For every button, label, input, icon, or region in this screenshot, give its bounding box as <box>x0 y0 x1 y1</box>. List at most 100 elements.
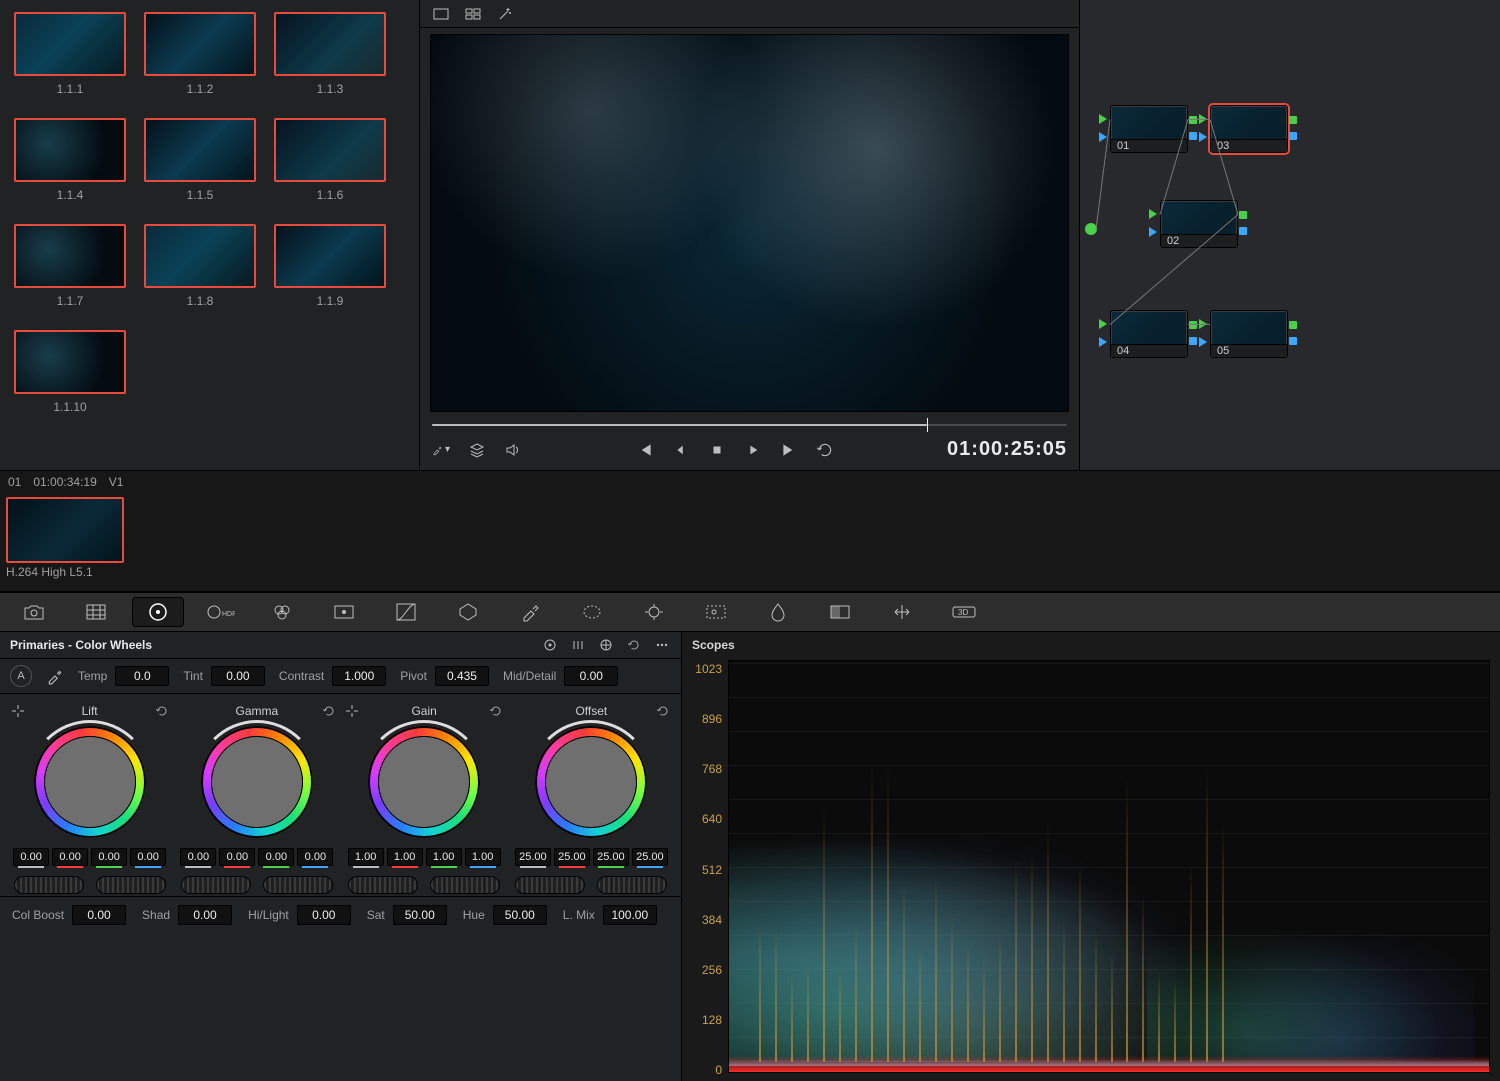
clip-thumb[interactable] <box>144 118 256 182</box>
magic-wand-icon[interactable] <box>496 5 514 23</box>
wheel-reset-icon[interactable] <box>487 702 505 720</box>
wheel-b[interactable]: 0.00 <box>297 848 333 866</box>
wheel-r[interactable]: 0.00 <box>219 848 255 866</box>
palette-curves[interactable] <box>380 597 432 627</box>
scope-plot[interactable] <box>728 660 1490 1073</box>
wheel-reset-icon[interactable] <box>654 702 672 720</box>
wheel-reset-icon[interactable] <box>320 702 338 720</box>
palette-camera-raw[interactable] <box>8 597 60 627</box>
wheel-y[interactable]: 0.00 <box>180 848 216 866</box>
wheel-g[interactable]: 0.00 <box>91 848 127 866</box>
wheel-y[interactable]: 25.00 <box>515 848 551 866</box>
jog-wheel[interactable] <box>430 876 500 894</box>
scrub-bar[interactable] <box>432 418 1067 432</box>
mode-log-icon[interactable] <box>597 636 615 654</box>
wheel-g[interactable]: 1.00 <box>426 848 462 866</box>
wheel-g[interactable]: 0.00 <box>258 848 294 866</box>
wheel-b[interactable]: 0.00 <box>130 848 166 866</box>
color-wheel[interactable] <box>201 726 313 838</box>
viewer-frame[interactable] <box>430 34 1069 412</box>
wheel-reset-icon[interactable] <box>153 702 171 720</box>
primaries-menu-icon[interactable] <box>653 636 671 654</box>
loop-icon[interactable] <box>816 441 834 459</box>
hue-field[interactable]: 50.00 <box>493 905 547 925</box>
view-grid-icon[interactable] <box>464 5 482 23</box>
jog-wheel[interactable] <box>348 876 418 894</box>
node-03[interactable]: 03 <box>1210 105 1288 153</box>
selected-clip-thumb[interactable] <box>6 497 124 563</box>
wheel-y[interactable]: 0.00 <box>13 848 49 866</box>
tint-field[interactable]: 0.00 <box>211 666 265 686</box>
layers-icon[interactable] <box>468 441 486 459</box>
clip-thumb[interactable] <box>274 12 386 76</box>
palette-motion[interactable] <box>318 597 370 627</box>
palette-tracker[interactable] <box>628 597 680 627</box>
auto-balance-icon[interactable]: A <box>10 665 32 687</box>
go-end-icon[interactable] <box>780 441 798 459</box>
sat-label: Sat <box>367 908 385 922</box>
node-01[interactable]: 01 <box>1110 105 1188 153</box>
mode-bars-icon[interactable] <box>569 636 587 654</box>
pick-white-icon[interactable] <box>46 667 64 685</box>
palette-color-match[interactable] <box>70 597 122 627</box>
palette-key[interactable] <box>814 597 866 627</box>
clip-thumb[interactable] <box>144 12 256 76</box>
wheel-r[interactable]: 25.00 <box>554 848 590 866</box>
node-04[interactable]: 04 <box>1110 310 1188 358</box>
clip-thumb[interactable] <box>14 118 126 182</box>
wheel-b[interactable]: 1.00 <box>465 848 501 866</box>
shad-field[interactable]: 0.00 <box>178 905 232 925</box>
wheel-r[interactable]: 0.00 <box>52 848 88 866</box>
go-start-icon[interactable] <box>636 441 654 459</box>
mode-wheels-icon[interactable] <box>541 636 559 654</box>
mid-field[interactable]: 0.00 <box>564 666 618 686</box>
jog-wheel[interactable] <box>263 876 333 894</box>
color-wheel[interactable] <box>368 726 480 838</box>
wheel-b[interactable]: 25.00 <box>632 848 668 866</box>
palette-magic-mask[interactable] <box>690 597 742 627</box>
jog-wheel[interactable] <box>515 876 585 894</box>
jog-wheel[interactable] <box>181 876 251 894</box>
temp-field[interactable]: 0.0 <box>115 666 169 686</box>
play-icon[interactable] <box>744 441 762 459</box>
clip-thumb[interactable] <box>14 224 126 288</box>
palette-warper[interactable] <box>442 597 494 627</box>
jog-wheel[interactable] <box>96 876 166 894</box>
eyedropper-icon[interactable]: ▾ <box>432 441 450 459</box>
clip-thumb[interactable] <box>274 118 386 182</box>
wheel-g[interactable]: 25.00 <box>593 848 629 866</box>
step-back-icon[interactable] <box>672 441 690 459</box>
clip-thumb[interactable] <box>144 224 256 288</box>
palette-3d[interactable]: 3D <box>938 597 990 627</box>
node-05[interactable]: 05 <box>1210 310 1288 358</box>
palette-hdr[interactable]: HDR <box>194 597 246 627</box>
hilight-field[interactable]: 0.00 <box>297 905 351 925</box>
palette-color-wheels[interactable] <box>132 597 184 627</box>
palette-rgb-mixer[interactable] <box>256 597 308 627</box>
wheel-r[interactable]: 1.00 <box>387 848 423 866</box>
view-single-icon[interactable] <box>432 5 450 23</box>
palette-window[interactable] <box>566 597 618 627</box>
colboost-field[interactable]: 0.00 <box>72 905 126 925</box>
color-wheel[interactable] <box>34 726 146 838</box>
primaries-reset-icon[interactable] <box>625 636 643 654</box>
wheel-picker-icon[interactable] <box>9 702 27 720</box>
jog-wheel[interactable] <box>597 876 667 894</box>
palette-qualifier[interactable] <box>504 597 556 627</box>
palette-sizing[interactable] <box>876 597 928 627</box>
stop-icon[interactable] <box>708 441 726 459</box>
clip-thumb[interactable] <box>274 224 386 288</box>
jog-wheel[interactable] <box>14 876 84 894</box>
clip-thumb[interactable] <box>14 12 126 76</box>
lmix-field[interactable]: 100.00 <box>603 905 657 925</box>
palette-blur[interactable] <box>752 597 804 627</box>
clip-thumb[interactable] <box>14 330 126 394</box>
sat-field[interactable]: 50.00 <box>393 905 447 925</box>
wheel-y[interactable]: 1.00 <box>348 848 384 866</box>
pivot-field[interactable]: 0.435 <box>435 666 489 686</box>
contrast-field[interactable]: 1.000 <box>332 666 386 686</box>
node-editor[interactable]: 01 03 02 04 05 <box>1080 0 1500 470</box>
wheel-picker-icon[interactable] <box>343 702 361 720</box>
speaker-icon[interactable] <box>504 441 522 459</box>
color-wheel[interactable] <box>535 726 647 838</box>
